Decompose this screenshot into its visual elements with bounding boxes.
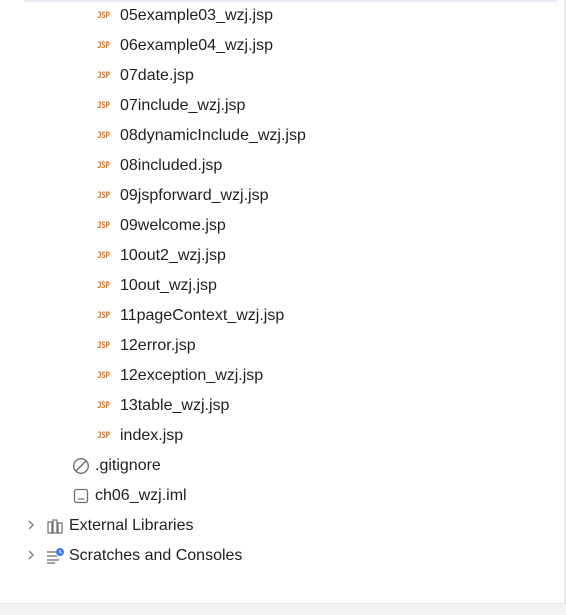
tree-item-label: .gitignore xyxy=(95,457,161,474)
tree-item-jsp-file[interactable]: JSP 12error.jsp xyxy=(97,331,196,361)
jsp-file-icon: JSP xyxy=(97,161,110,171)
library-icon xyxy=(46,517,64,535)
module-file-icon xyxy=(72,487,90,505)
jsp-file-icon: JSP xyxy=(97,341,110,351)
jsp-file-icon: JSP xyxy=(97,191,110,201)
tree-item-label: 10out_wzj.jsp xyxy=(120,277,217,294)
jsp-file-icon: JSP xyxy=(97,311,110,321)
tree-item-label: 07date.jsp xyxy=(120,67,194,84)
tree-item-jsp-file[interactable]: JSP 13table_wzj.jsp xyxy=(97,391,229,421)
tree-item-jsp-file[interactable]: JSP 06example04_wzj.jsp xyxy=(97,31,273,61)
tree-item-label: 09jspforward_wzj.jsp xyxy=(120,187,269,204)
tree-item-jsp-file[interactable]: JSP 09jspforward_wzj.jsp xyxy=(97,181,269,211)
tree-item-label: 12exception_wzj.jsp xyxy=(120,367,264,384)
tree-item-jsp-file[interactable]: JSP 08dynamicInclude_wzj.jsp xyxy=(97,121,306,151)
project-tree-panel: JSP 05example03_wzj.jsp JSP 06example04_wzj… xyxy=(0,0,566,615)
tree-item-jsp-file[interactable]: JSP 10out_wzj.jsp xyxy=(97,271,217,301)
jsp-file-icon: JSP xyxy=(97,11,110,21)
tree-item-label: 06example04_wzj.jsp xyxy=(120,37,273,54)
tree-item-label: 07include_wzj.jsp xyxy=(120,97,246,114)
tree-item-label: External Libraries xyxy=(69,517,194,534)
tree-item-label: ch06_wzj.iml xyxy=(95,487,187,504)
jsp-file-icon: JSP xyxy=(97,41,110,51)
jsp-file-icon: JSP xyxy=(97,281,110,291)
tree-item-label: 08dynamicInclude_wzj.jsp xyxy=(120,127,306,144)
tree-item-label: index.jsp xyxy=(120,427,184,444)
tree-item-jsp-file[interactable]: JSP 07include_wzj.jsp xyxy=(97,91,245,121)
tree-item-jsp-file[interactable]: JSP 12exception_wzj.jsp xyxy=(97,361,263,391)
chevron-right-icon[interactable] xyxy=(22,548,40,564)
tree-item-gitignore[interactable]: .gitignore xyxy=(72,451,161,481)
tree-item-jsp-file[interactable]: JSP 07date.jsp xyxy=(97,61,194,91)
tree-item-jsp-file[interactable]: JSP 08included.jsp xyxy=(97,151,222,181)
jsp-file-icon: JSP xyxy=(97,221,110,231)
jsp-file-icon: JSP xyxy=(97,101,110,111)
tree-item-jsp-file[interactable]: JSP 05example03_wzj.jsp xyxy=(97,1,273,31)
tree-item-label: 09welcome.jsp xyxy=(120,217,226,234)
tree-item-iml[interactable]: ch06_wzj.iml xyxy=(72,481,187,511)
chevron-right-icon[interactable] xyxy=(22,518,40,534)
scratches-icon xyxy=(46,547,64,565)
ignored-file-icon xyxy=(72,457,90,475)
tree-item-external-libraries[interactable]: External Libraries xyxy=(22,511,194,541)
tree-item-jsp-file[interactable]: JSP 09welcome.jsp xyxy=(97,211,226,241)
tree-item-jsp-file[interactable]: JSP 11pageContext_wzj.jsp xyxy=(97,301,284,331)
tree-item-jsp-file[interactable]: JSP 10out2_wzj.jsp xyxy=(97,241,226,271)
tree-item-label: Scratches and Consoles xyxy=(69,547,243,564)
tree-item-label: 10out2_wzj.jsp xyxy=(120,247,226,264)
jsp-file-icon: JSP xyxy=(97,71,110,81)
tree-item-label: 13table_wzj.jsp xyxy=(120,397,230,414)
tree-item-label: 08included.jsp xyxy=(120,157,223,174)
tree-item-label: 05example03_wzj.jsp xyxy=(120,7,273,24)
jsp-file-icon: JSP xyxy=(97,401,110,411)
jsp-file-icon: JSP xyxy=(97,431,110,441)
jsp-file-icon: JSP xyxy=(97,251,110,261)
tree-item-label: 11pageContext_wzj.jsp xyxy=(120,307,285,324)
tree-item-scratches-and-consoles[interactable]: Scratches and Consoles xyxy=(22,541,242,571)
tree-item-label: 12error.jsp xyxy=(120,337,196,354)
status-bar-strip xyxy=(0,603,566,615)
jsp-file-icon: JSP xyxy=(97,131,110,141)
tree-item-jsp-file[interactable]: JSP index.jsp xyxy=(97,421,183,451)
jsp-file-icon: JSP xyxy=(97,371,110,381)
